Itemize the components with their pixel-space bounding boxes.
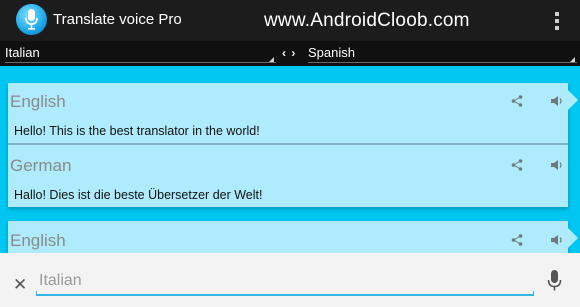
row-language-label: German — [10, 156, 72, 175]
microphone-icon[interactable] — [547, 270, 562, 292]
app-title: Translate voice Pro — [53, 11, 182, 28]
speaker-icon[interactable] — [550, 95, 564, 107]
close-icon[interactable]: ✕ — [13, 275, 27, 295]
swap-icon[interactable]: ‹ › — [282, 46, 296, 60]
source-language-label: Italian — [5, 45, 40, 60]
translation-card: English Hello! This is the best translat… — [8, 83, 578, 207]
dropdown-triangle-icon — [269, 57, 274, 62]
row-language-label: English — [10, 92, 66, 111]
microphone-app-icon[interactable] — [16, 4, 47, 35]
dropdown-triangle-icon — [570, 57, 575, 62]
row-divider — [8, 143, 568, 145]
speaker-icon[interactable] — [550, 234, 564, 246]
watermark-text: www.AndroidCloob.com — [264, 10, 470, 31]
source-language-spinner[interactable]: Italian — [5, 41, 276, 66]
overflow-menu-icon[interactable] — [552, 10, 562, 31]
action-bar: Translate voice Pro www.AndroidCloob.com — [0, 0, 580, 41]
target-language-spinner[interactable]: Spanish — [308, 41, 577, 66]
share-icon[interactable] — [511, 159, 523, 171]
speaker-icon[interactable] — [550, 159, 564, 171]
language-bar: Italian ‹ › Spanish — [0, 41, 580, 66]
translation-text[interactable]: Hello! This is the best translator in th… — [14, 124, 260, 138]
translate-text-input[interactable] — [36, 266, 534, 296]
target-language-label: Spanish — [308, 45, 355, 60]
share-icon[interactable] — [511, 95, 523, 107]
input-container — [36, 266, 534, 296]
share-icon[interactable] — [511, 234, 523, 246]
row-language-label: English — [10, 231, 66, 250]
translation-text[interactable]: Hallo! Dies ist die beste Übersetzer der… — [14, 188, 262, 202]
